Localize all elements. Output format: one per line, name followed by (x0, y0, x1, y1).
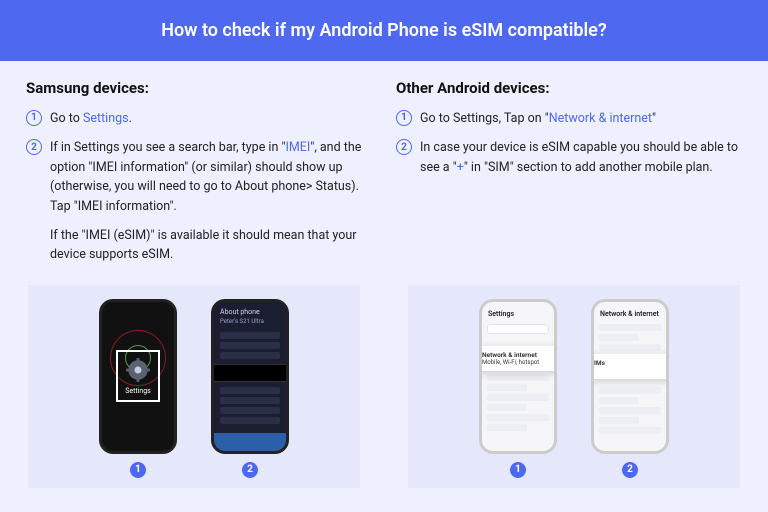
about-phone-sub: Peter's S21 Ultra (214, 318, 286, 329)
other-step-2: 2 In case your device is eSIM capable yo… (396, 138, 742, 177)
settings-screen-title: Settings (482, 302, 554, 321)
gear-icon (125, 357, 151, 383)
other-heading: Other Android devices: (396, 79, 742, 97)
network-link[interactable]: Network & internet (549, 111, 652, 126)
step-number-icon: 1 (26, 110, 42, 126)
other-column: Other Android devices: 1 Go to Settings,… (396, 79, 742, 273)
imei-link[interactable]: IMEI (285, 140, 310, 155)
step-number-icon: 2 (26, 139, 42, 155)
footer-bar (214, 433, 286, 451)
samsung-heading: Samsung devices: (26, 79, 372, 97)
samsung-phone-row: Settings 1 About phone Peter's S21 Ultra… (28, 285, 360, 488)
other-phone-1: Settings Network & internet Mobile, Wi-F… (479, 299, 557, 454)
about-phone-title: About phone (214, 302, 286, 318)
samsung-step-2: 2 If in Settings you see a search bar, t… (26, 138, 372, 216)
samsung-note: If the "IMEI (eSIM)" is available it sho… (50, 226, 372, 265)
imei-highlight-bar (211, 364, 289, 382)
samsung-column: Samsung devices: 1 Go to Settings. 2 If … (26, 79, 372, 273)
network-screen-title: Network & internet (594, 302, 666, 321)
other-step-1: 1 Go to Settings, Tap on "Network & inte… (396, 109, 742, 128)
settings-app-icon: Settings (116, 350, 160, 402)
step-number-icon: 1 (396, 110, 412, 126)
sims-card: SIMs — + (591, 354, 669, 379)
samsung-phone-1: Settings (99, 299, 177, 454)
other-phone-2: Network & internet SIMs — + (591, 299, 669, 454)
phone-badge: 1 (510, 462, 526, 478)
search-bar (487, 324, 549, 334)
other-phone-row: Settings Network & internet Mobile, Wi-F… (408, 285, 740, 488)
plus-link[interactable]: + (457, 160, 464, 175)
network-card: Network & internet Mobile, Wi-Fi, hotspo… (479, 346, 557, 371)
samsung-phone-2: About phone Peter's S21 Ultra (211, 299, 289, 454)
step-number-icon: 2 (396, 139, 412, 155)
phone-badge: 1 (130, 462, 146, 478)
phone-badge: 2 (242, 462, 258, 478)
settings-link[interactable]: Settings (83, 111, 129, 126)
samsung-step-1: 1 Go to Settings. (26, 109, 372, 128)
phone-badge: 2 (622, 462, 638, 478)
page-title: How to check if my Android Phone is eSIM… (0, 0, 768, 61)
